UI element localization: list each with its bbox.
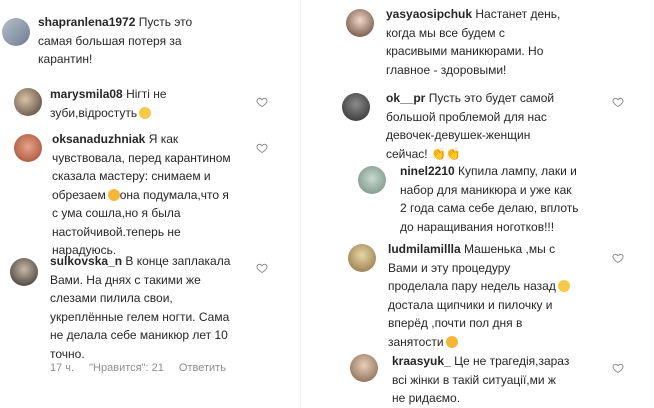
comment-text: Я как bbox=[148, 132, 179, 146]
comment-text: Вами и эту процедуру bbox=[388, 260, 511, 275]
likes-count-button[interactable]: "Нравится": 21 bbox=[89, 362, 164, 374]
grinning-face-emoji bbox=[107, 188, 120, 201]
comment-text: когда мы все будем с bbox=[386, 25, 505, 40]
avatar[interactable] bbox=[350, 354, 378, 382]
avatar[interactable] bbox=[2, 18, 30, 46]
heart-icon[interactable] bbox=[256, 262, 268, 274]
comment-text: точно. bbox=[50, 346, 85, 361]
avatar[interactable] bbox=[14, 88, 42, 116]
heart-icon[interactable] bbox=[612, 252, 624, 264]
comment-item: ninel2210 Купила лампу, лаки и набор для… bbox=[320, 160, 654, 235]
comment-username[interactable]: kraasyuk_ bbox=[392, 354, 451, 368]
reply-button[interactable]: Ответить bbox=[179, 362, 226, 374]
comment-text: не ридаємо. bbox=[392, 391, 461, 405]
comment-text: В конце заплакала bbox=[125, 254, 231, 268]
comment-username[interactable]: shapranlena1972 bbox=[38, 15, 135, 29]
comment-text: Це не трагедія,зараз bbox=[454, 354, 570, 368]
comment-text: слезами пилила свои, bbox=[50, 291, 173, 305]
comment-text: укреплённые гелем ногти. Сама bbox=[50, 309, 230, 324]
avatar[interactable] bbox=[346, 9, 374, 37]
comment-text: Пусть это будет самой bbox=[428, 91, 555, 105]
comment-text: Нігті не bbox=[126, 87, 167, 101]
comment-username[interactable]: yasyaosipchuk bbox=[386, 7, 472, 21]
heart-icon[interactable] bbox=[256, 96, 268, 108]
comment-item: shapranlena1972 Пусть это самая большая … bbox=[0, 0, 300, 70]
comment-text: обрезаем bbox=[52, 187, 106, 202]
comments-panel-left: shapranlena1972 Пусть это самая большая … bbox=[0, 0, 301, 408]
comment-text: Настанет день, bbox=[475, 7, 561, 21]
comment-text: занятости bbox=[388, 334, 444, 349]
comment-username[interactable]: ludmilamillla bbox=[388, 242, 461, 256]
comment-item: marysmila08 Нігті не зуби,відростуть bbox=[0, 80, 300, 125]
avatar[interactable] bbox=[358, 166, 386, 194]
comment-text: набор для маникюра и уже как bbox=[400, 182, 572, 197]
heart-icon[interactable] bbox=[612, 362, 624, 374]
comment-text: 2 года сама себе делаю, вплоть bbox=[400, 201, 579, 215]
comment-text: проделала пару недель назад bbox=[388, 279, 556, 293]
comment-text: зуби,відростуть bbox=[50, 105, 138, 120]
avatar[interactable] bbox=[342, 93, 370, 121]
comment-item: yasyaosipchuk Настанет день, когда мы вс… bbox=[320, 0, 654, 77]
comment-text: чувствовала, перед карантином bbox=[52, 150, 231, 165]
comment-username[interactable]: marysmila08 bbox=[50, 87, 123, 101]
comment-text: главное - здоровыми! bbox=[386, 62, 507, 77]
heart-icon[interactable] bbox=[256, 142, 268, 154]
comment-text: Машенька ,мы с bbox=[464, 242, 556, 256]
comment-text: достала щипчики и пилочку и bbox=[388, 297, 553, 312]
comment-username[interactable]: oksanaduzhniak bbox=[52, 132, 145, 146]
comment-text: Вами. На днях с такими же bbox=[50, 272, 201, 287]
comment-username[interactable]: ninel2210 bbox=[400, 164, 455, 178]
grinning-face-emoji bbox=[445, 335, 458, 348]
comment-username[interactable]: sulkovska_n bbox=[50, 254, 122, 268]
comment-time: 17 ч. bbox=[50, 362, 75, 374]
comment-username[interactable]: ok__pr bbox=[386, 91, 425, 105]
comment-text: Пусть это bbox=[138, 15, 193, 29]
comment-text: красивыми маникюрами. Но bbox=[386, 44, 544, 58]
avatar[interactable] bbox=[348, 244, 376, 272]
comment-text: не делала себе маникюр лет 10 bbox=[50, 328, 228, 342]
comment-meta: 17 ч. "Нравится": 21 Ответить bbox=[50, 362, 238, 374]
comment-text: всі жінки в такій ситуації,ми ж bbox=[392, 372, 556, 387]
comment-text: она подумала,что я bbox=[119, 187, 229, 202]
smiling-face-emoji bbox=[139, 106, 152, 119]
comment-text: большой проблемой для нас bbox=[386, 109, 547, 124]
comment-text: девочек-девушек-женщин bbox=[386, 128, 531, 142]
heart-icon[interactable] bbox=[612, 96, 624, 108]
comment-text: самая большая потеря за bbox=[38, 33, 182, 48]
comment-item: ludmilamillla Машенька ,мы с Вами и эту … bbox=[320, 240, 654, 349]
comment-text: карантин! bbox=[38, 52, 93, 66]
comments-panel-right: yasyaosipchuk Настанет день, когда мы вс… bbox=[320, 0, 654, 408]
comment-item: ok__pr Пусть это будет самой большой про… bbox=[320, 88, 654, 161]
comment-text: сейчас! 👏👏 bbox=[386, 146, 461, 161]
comment-text: с ума сошла,но я была bbox=[52, 206, 181, 220]
avatar[interactable] bbox=[14, 134, 42, 162]
comment-text: вперёд ,почти пол дня в bbox=[388, 316, 523, 330]
avatar[interactable] bbox=[10, 258, 38, 286]
comment-text: настойчивой.теперь не bbox=[52, 224, 181, 239]
smiling-face-emoji bbox=[557, 280, 570, 292]
comment-text: сказала мастеру: снимаем и bbox=[52, 169, 211, 183]
comment-text: Купила лампу, лаки и bbox=[458, 164, 577, 178]
comment-item: kraasyuk_ Це не трагедія,зараз всі жінки… bbox=[320, 352, 654, 408]
comment-item: sulkovska_n В конце заплакала Вами. На д… bbox=[0, 250, 300, 408]
comment-item: oksanaduzhniak Я как чувствовала, перед … bbox=[0, 128, 300, 257]
comment-text: до наращивания ноготков!!! bbox=[400, 219, 555, 234]
